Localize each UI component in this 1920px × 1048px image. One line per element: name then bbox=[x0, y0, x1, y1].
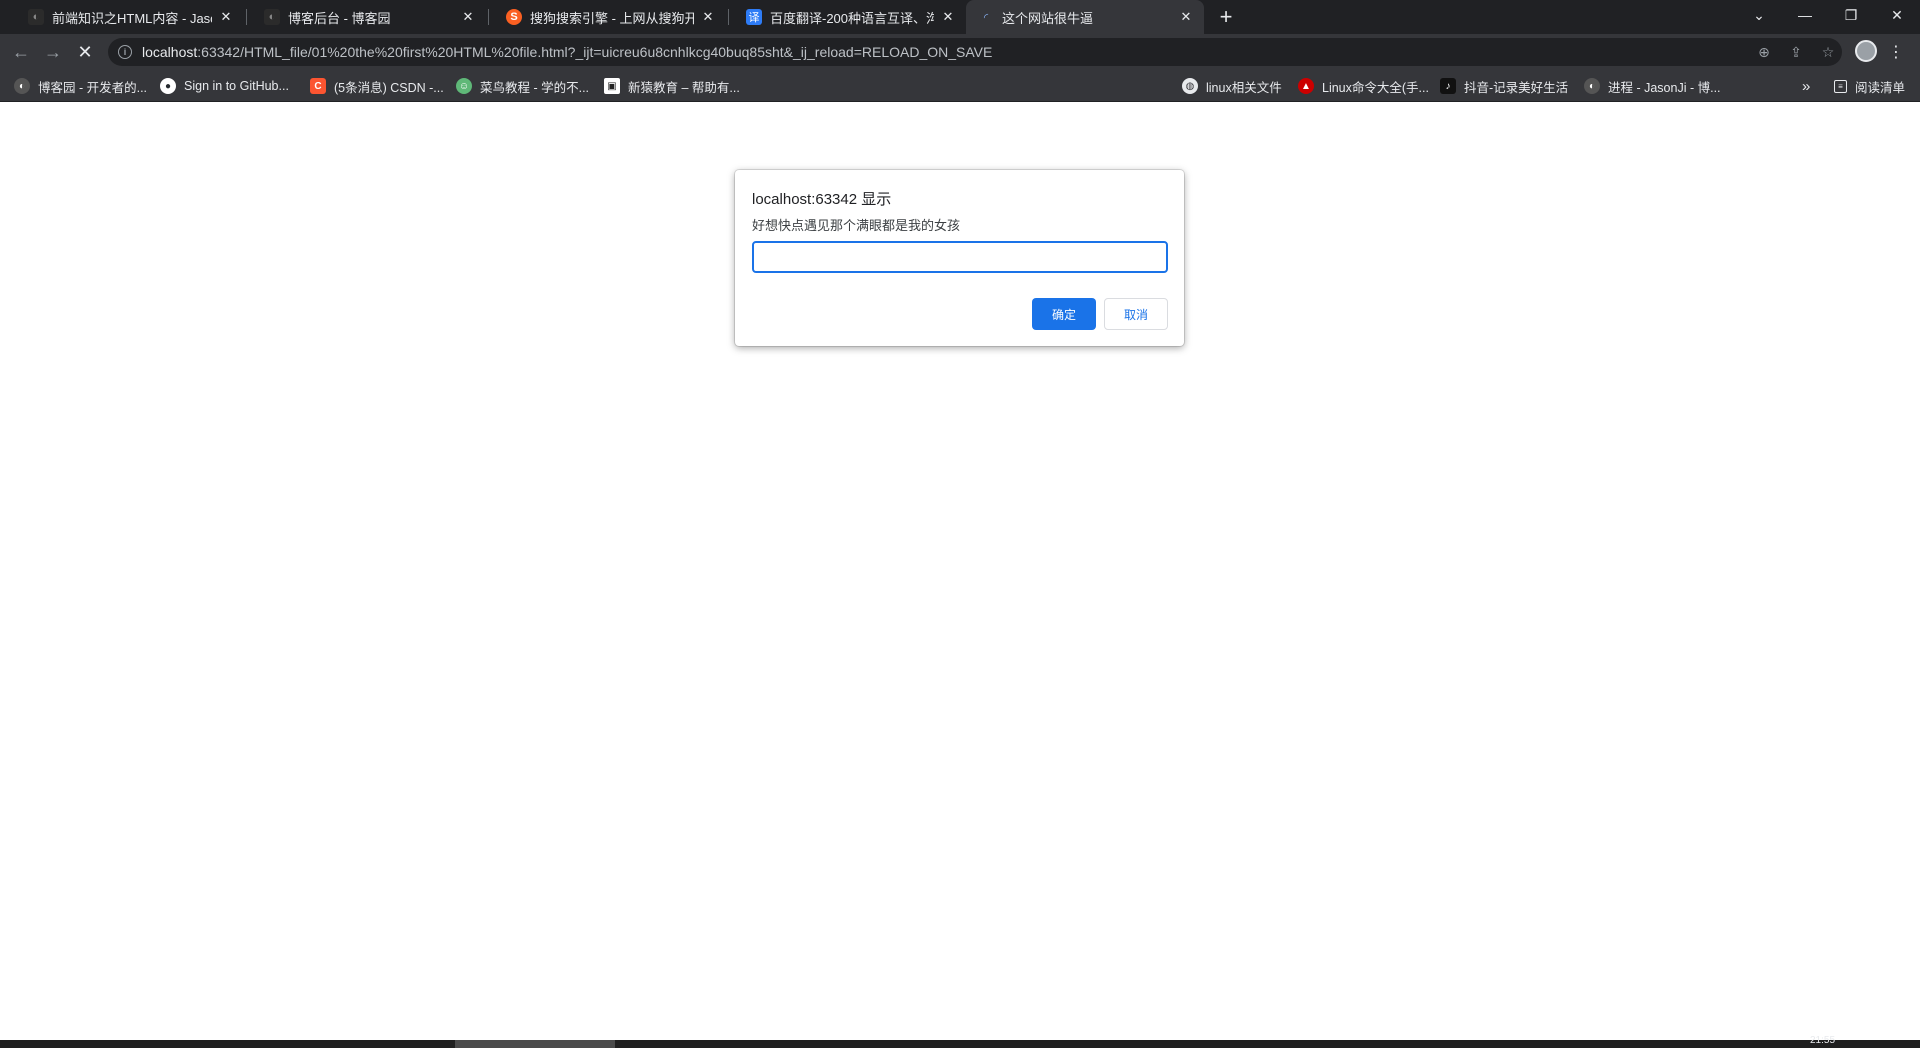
bookmark-csdn[interactable]: C (5条消息) CSDN -... bbox=[310, 76, 444, 96]
forward-button[interactable]: → bbox=[39, 38, 67, 66]
reading-list-icon: ≡ bbox=[1834, 79, 1847, 93]
bookmark-label: (5条消息) CSDN -... bbox=[334, 80, 444, 95]
taskbar-item[interactable] bbox=[455, 1040, 615, 1048]
github-icon: ● bbox=[160, 78, 176, 94]
csdn-icon: C bbox=[310, 78, 326, 94]
bookmark-xinyuan[interactable]: ▣ 新猿教育 – 帮助有... bbox=[604, 76, 740, 96]
close-icon[interactable]: ✕ bbox=[460, 9, 476, 25]
baidu-translate-icon: 译 bbox=[746, 9, 762, 25]
cnblogs-icon: ◐ bbox=[14, 78, 30, 94]
runoob-icon: ☺ bbox=[456, 78, 472, 94]
page-content: localhost:63342 显示 好想快点遇见那个满眼都是我的女孩 确定 取… bbox=[0, 102, 1920, 1040]
minimize-icon: — bbox=[1798, 7, 1812, 23]
info-icon[interactable]: i bbox=[118, 45, 132, 59]
url-host: localhost bbox=[142, 44, 198, 60]
browser-toolbar: ← → ✕ i localhost:63342/HTML_file/01%20t… bbox=[0, 34, 1920, 70]
bookmark-label: 进程 - JasonJi - 博... bbox=[1608, 80, 1721, 95]
bookmark-label: Sign in to GitHub... bbox=[184, 79, 289, 93]
address-bar[interactable]: i localhost:63342/HTML_file/01%20the%20f… bbox=[108, 38, 1842, 66]
bookmark-star-icon[interactable]: ☆ bbox=[1814, 38, 1842, 66]
xinyuan-icon: ▣ bbox=[604, 78, 620, 94]
tab-sogou[interactable]: S 搜狗搜索引擎 - 上网从搜狗开始 ✕ bbox=[494, 0, 726, 34]
restore-button[interactable]: ❐ bbox=[1828, 0, 1874, 30]
dialog-message: 好想快点遇见那个满眼都是我的女孩 bbox=[752, 218, 961, 233]
share-icon[interactable]: ⇪ bbox=[1782, 38, 1810, 66]
stop-icon: ✕ bbox=[77, 41, 93, 62]
bookmark-jasonji-process[interactable]: ◐ 进程 - JasonJi - 博... bbox=[1584, 76, 1721, 96]
arrow-left-icon: ← bbox=[12, 41, 30, 62]
sogou-icon: S bbox=[506, 9, 522, 25]
ok-button[interactable]: 确定 bbox=[1032, 298, 1096, 330]
close-icon: ✕ bbox=[1891, 6, 1903, 23]
dialog-title: localhost:63342 显示 bbox=[752, 191, 892, 208]
bookmarks-overflow-button[interactable]: » bbox=[1802, 76, 1810, 96]
close-icon[interactable]: ✕ bbox=[940, 9, 956, 25]
taskbar-clock: 21:55 bbox=[1810, 1035, 1836, 1046]
tab-divider bbox=[488, 9, 489, 25]
back-button[interactable]: ← bbox=[7, 38, 35, 66]
tab-baidu-translate[interactable]: 译 百度翻译-200种语言互译、沟通 ✕ bbox=[734, 0, 966, 34]
stop-button[interactable]: ✕ bbox=[71, 38, 99, 66]
tab-jasonji-html[interactable]: ◐ 前端知识之HTML内容 - JasonJi ✕ bbox=[16, 0, 244, 34]
close-icon[interactable]: ✕ bbox=[700, 9, 716, 25]
blog-icon: ◐ bbox=[28, 9, 44, 25]
bookmark-label: 博客园 - 开发者的... bbox=[38, 80, 148, 95]
close-icon[interactable]: ✕ bbox=[1178, 9, 1194, 25]
reading-list-label: 阅读清单 bbox=[1855, 80, 1906, 95]
bookmark-linux-files[interactable]: ◍ linux相关文件 bbox=[1182, 76, 1282, 96]
tab-strip: ◐ 前端知识之HTML内容 - JasonJi ✕ ◐ 博客后台 - 博客园 ✕… bbox=[0, 0, 1920, 34]
tab-blog-admin[interactable]: ◐ 博客后台 - 博客园 ✕ bbox=[252, 0, 486, 34]
bookmark-label: 菜鸟教程 - 学的不... bbox=[480, 80, 590, 95]
tab-title: 搜狗搜索引擎 - 上网从搜狗开始 bbox=[530, 10, 694, 26]
zoom-icon[interactable]: ⊕ bbox=[1750, 38, 1778, 66]
bookmark-cnblogs[interactable]: ◐ 博客园 - 开发者的... bbox=[14, 76, 147, 96]
loading-icon: ◜ bbox=[983, 11, 989, 24]
bookmark-label: Linux命令大全(手... bbox=[1322, 80, 1429, 95]
bookmarks-bar: ◐ 博客园 - 开发者的... ● Sign in to GitHub... C… bbox=[0, 70, 1920, 102]
bookmark-runoob[interactable]: ☺ 菜鸟教程 - 学的不... bbox=[456, 76, 589, 96]
tab-title: 这个网站很牛逼 bbox=[1002, 10, 1094, 26]
chevron-down-icon: ⌄ bbox=[1753, 6, 1765, 23]
minimize-button[interactable]: — bbox=[1782, 0, 1828, 30]
menu-dots-icon[interactable]: ⋮ bbox=[1886, 38, 1906, 66]
bookmark-douyin[interactable]: ♪ 抖音-记录美好生活 bbox=[1440, 76, 1568, 96]
cnblogs-icon: ◐ bbox=[1584, 78, 1600, 94]
globe-icon: ◍ bbox=[1182, 78, 1198, 94]
address-url: localhost:63342/HTML_file/01%20the%20fir… bbox=[142, 44, 992, 60]
close-icon[interactable]: ✕ bbox=[218, 9, 234, 25]
bookmark-linux-commands[interactable]: ▲ Linux命令大全(手... bbox=[1298, 76, 1429, 96]
cancel-button[interactable]: 取消 bbox=[1104, 298, 1168, 330]
tab-current[interactable]: ◜ 这个网站很牛逼 ✕ bbox=[966, 0, 1204, 34]
reading-list-button[interactable]: ≡ 阅读清单 bbox=[1834, 76, 1905, 96]
tab-title: 博客后台 - 博客园 bbox=[288, 10, 391, 26]
bookmark-label: 新猿教育 – 帮助有... bbox=[628, 80, 740, 95]
bookmark-label: 抖音-记录美好生活 bbox=[1464, 80, 1569, 95]
prompt-input[interactable] bbox=[752, 241, 1168, 273]
tab-search-button[interactable]: ⌄ bbox=[1736, 0, 1782, 30]
double-chevron-right-icon: » bbox=[1802, 77, 1811, 95]
url-path: :63342/HTML_file/01%20the%20first%20HTML… bbox=[197, 44, 993, 60]
tab-divider bbox=[246, 9, 247, 25]
tab-divider bbox=[728, 9, 729, 25]
tab-title: 百度翻译-200种语言互译、沟通 bbox=[770, 10, 934, 26]
window-close-button[interactable]: ✕ bbox=[1874, 0, 1920, 30]
prompt-dialog: localhost:63342 显示 好想快点遇见那个满眼都是我的女孩 确定 取… bbox=[735, 170, 1184, 346]
arrow-right-icon: → bbox=[44, 41, 62, 62]
bookmark-label: linux相关文件 bbox=[1206, 80, 1282, 95]
blog-icon: ◐ bbox=[264, 9, 280, 25]
os-taskbar: 21:55 bbox=[0, 1035, 1920, 1048]
douyin-icon: ♪ bbox=[1440, 78, 1456, 94]
new-tab-button[interactable]: + bbox=[1212, 4, 1240, 30]
bookmark-github[interactable]: ● Sign in to GitHub... bbox=[160, 76, 289, 96]
redhat-icon: ▲ bbox=[1298, 78, 1314, 94]
restore-icon: ❐ bbox=[1844, 6, 1858, 23]
profile-avatar[interactable] bbox=[1855, 40, 1877, 62]
tab-title: 前端知识之HTML内容 - JasonJi bbox=[52, 10, 212, 26]
